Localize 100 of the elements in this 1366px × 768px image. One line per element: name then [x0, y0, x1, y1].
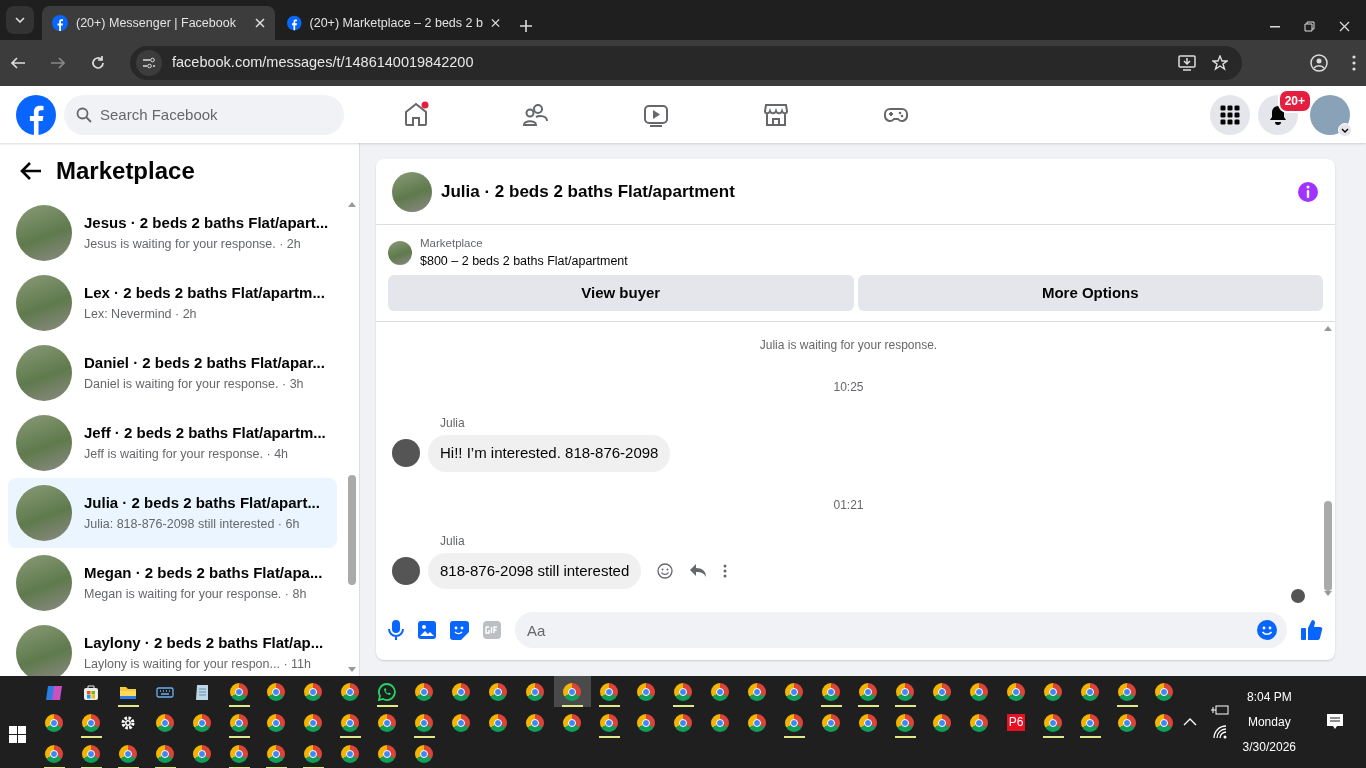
app-icon[interactable]: P6: [1006, 714, 1026, 731]
browser-icon[interactable]: [748, 713, 767, 732]
browser-icon[interactable]: [526, 682, 545, 701]
browser-icon[interactable]: [341, 713, 360, 732]
browser-icon[interactable]: [267, 744, 286, 763]
browser-icon[interactable]: [230, 744, 249, 763]
browser-icon[interactable]: [822, 713, 841, 732]
conversation-item[interactable]: Julia · 2 beds 2 baths Flat/apart... Julia: 818-876-2098 still interested · 6h: [8, 478, 337, 548]
browser-icon[interactable]: [896, 682, 915, 701]
browser-icon[interactable]: [378, 713, 397, 732]
sticker-icon[interactable]: [450, 620, 469, 640]
thumbs-up-icon[interactable]: [1301, 619, 1323, 641]
browser-icon[interactable]: [1044, 682, 1063, 701]
menu-icon[interactable]: [1352, 55, 1356, 71]
scrollbar-thumb[interactable]: [1324, 501, 1332, 591]
browser-icon[interactable]: [1118, 713, 1137, 732]
clock-day[interactable]: Monday: [1242, 709, 1296, 735]
browser-icon[interactable]: [119, 744, 138, 763]
install-app-icon[interactable]: [1178, 55, 1196, 71]
browser-icon[interactable]: [452, 682, 471, 701]
conversation-item[interactable]: Daniel · 2 beds 2 baths Flat/apar... Daniel is waiting for your response. · 3h: [8, 338, 337, 408]
browser-icon[interactable]: [230, 713, 249, 732]
scrollbar-thumb[interactable]: [348, 475, 356, 585]
windows-start-icon[interactable]: [9, 725, 27, 743]
minimize-icon[interactable]: [1270, 25, 1280, 28]
browser-icon[interactable]: [378, 744, 397, 763]
browser-icon[interactable]: [637, 682, 656, 701]
address-bar-url[interactable]: facebook.com/messages/t/1486140019842200: [172, 52, 474, 74]
browser-icon[interactable]: [1155, 713, 1174, 732]
browser-icon[interactable]: [193, 744, 212, 763]
browser-icon[interactable]: [1007, 682, 1026, 701]
forward-arrow-icon[interactable]: [50, 55, 66, 71]
browser-icon[interactable]: [230, 682, 249, 701]
browser-tab[interactable]: (20+) Marketplace – 2 beds 2 b: [277, 6, 510, 40]
browser-icon[interactable]: [267, 713, 286, 732]
more-icon[interactable]: [723, 563, 728, 578]
site-settings-icon[interactable]: [136, 50, 162, 76]
microphone-icon[interactable]: [388, 620, 404, 640]
browser-icon[interactable]: [859, 682, 878, 701]
bookmark-star-icon[interactable]: [1212, 55, 1228, 71]
more-options-button[interactable]: More Options: [857, 275, 1323, 311]
browser-icon[interactable]: [674, 713, 693, 732]
chevron-up-icon[interactable]: [1182, 718, 1197, 726]
browser-icon[interactable]: [45, 713, 64, 732]
browser-icon[interactable]: [304, 682, 323, 701]
browser-icon[interactable]: [674, 682, 693, 701]
browser-icon[interactable]: [304, 713, 323, 732]
browser-icon[interactable]: [1155, 682, 1174, 701]
back-arrow-icon[interactable]: [10, 55, 26, 71]
message-input-field[interactable]: Aa: [515, 612, 1287, 648]
chat-bubble-icon[interactable]: [378, 682, 397, 701]
restore-icon[interactable]: [1304, 21, 1315, 32]
browser-icon[interactable]: [563, 682, 582, 701]
notification-center-icon[interactable]: [1326, 713, 1344, 731]
search-field[interactable]: Search Facebook: [64, 94, 344, 135]
browser-icon[interactable]: [156, 744, 175, 763]
browser-icon[interactable]: [785, 713, 804, 732]
browser-icon[interactable]: [1081, 682, 1100, 701]
browser-icon[interactable]: [341, 744, 360, 763]
clock-date[interactable]: 3/30/2026: [1242, 734, 1296, 760]
browser-icon[interactable]: [785, 682, 804, 701]
view-buyer-button[interactable]: View buyer: [388, 275, 854, 311]
emoji-icon[interactable]: [1257, 620, 1277, 640]
close-icon[interactable]: [1339, 21, 1350, 32]
browser-icon[interactable]: [748, 682, 767, 701]
conversation-item[interactable]: Megan · 2 beds 2 baths Flat/apa... Megan is waiting for your response. · 8h: [8, 548, 337, 618]
browser-icon[interactable]: [267, 682, 286, 701]
conversation-item[interactable]: Jesus · 2 beds 2 baths Flat/apart... Jesus is waiting for your response. · 2h: [8, 198, 337, 268]
profile-icon[interactable]: [1310, 54, 1328, 72]
browser-icon[interactable]: [600, 713, 619, 732]
info-icon[interactable]: [1297, 180, 1319, 203]
chevron-down-icon[interactable]: [15, 17, 25, 23]
close-icon[interactable]: [255, 18, 265, 28]
browser-icon[interactable]: [415, 682, 434, 701]
home-icon[interactable]: [402, 100, 430, 129]
browser-icon[interactable]: [489, 682, 508, 701]
conversation-item[interactable]: Jeff · 2 beds 2 baths Flat/apartm... Jeff is waiting for your response. · 4h: [8, 408, 337, 478]
browser-icon[interactable]: [1044, 713, 1063, 732]
scroll-down-icon[interactable]: [348, 667, 356, 672]
scroll-up-icon[interactable]: [1324, 326, 1332, 331]
browser-icon[interactable]: [933, 713, 952, 732]
browser-icon[interactable]: [489, 713, 508, 732]
browser-icon[interactable]: [970, 682, 989, 701]
store-icon[interactable]: [82, 682, 101, 701]
browser-icon[interactable]: [82, 744, 101, 763]
browser-icon[interactable]: [415, 713, 434, 732]
close-icon[interactable]: [490, 18, 500, 28]
browser-icon[interactable]: [452, 713, 471, 732]
image-icon[interactable]: [418, 621, 436, 639]
clock-time[interactable]: 8:04 PM: [1242, 684, 1296, 710]
browser-icon[interactable]: [600, 682, 619, 701]
apps-menu-button[interactable]: [1210, 94, 1250, 135]
browser-tab[interactable]: (20+) Messenger | Facebook: [42, 6, 275, 40]
browser-icon[interactable]: [304, 744, 323, 763]
browser-icon[interactable]: [859, 713, 878, 732]
browser-icon[interactable]: [896, 713, 915, 732]
reload-icon[interactable]: [90, 55, 106, 71]
wifi-icon[interactable]: [1211, 724, 1228, 740]
scroll-up-icon[interactable]: [348, 202, 356, 207]
browser-icon[interactable]: [1118, 682, 1137, 701]
